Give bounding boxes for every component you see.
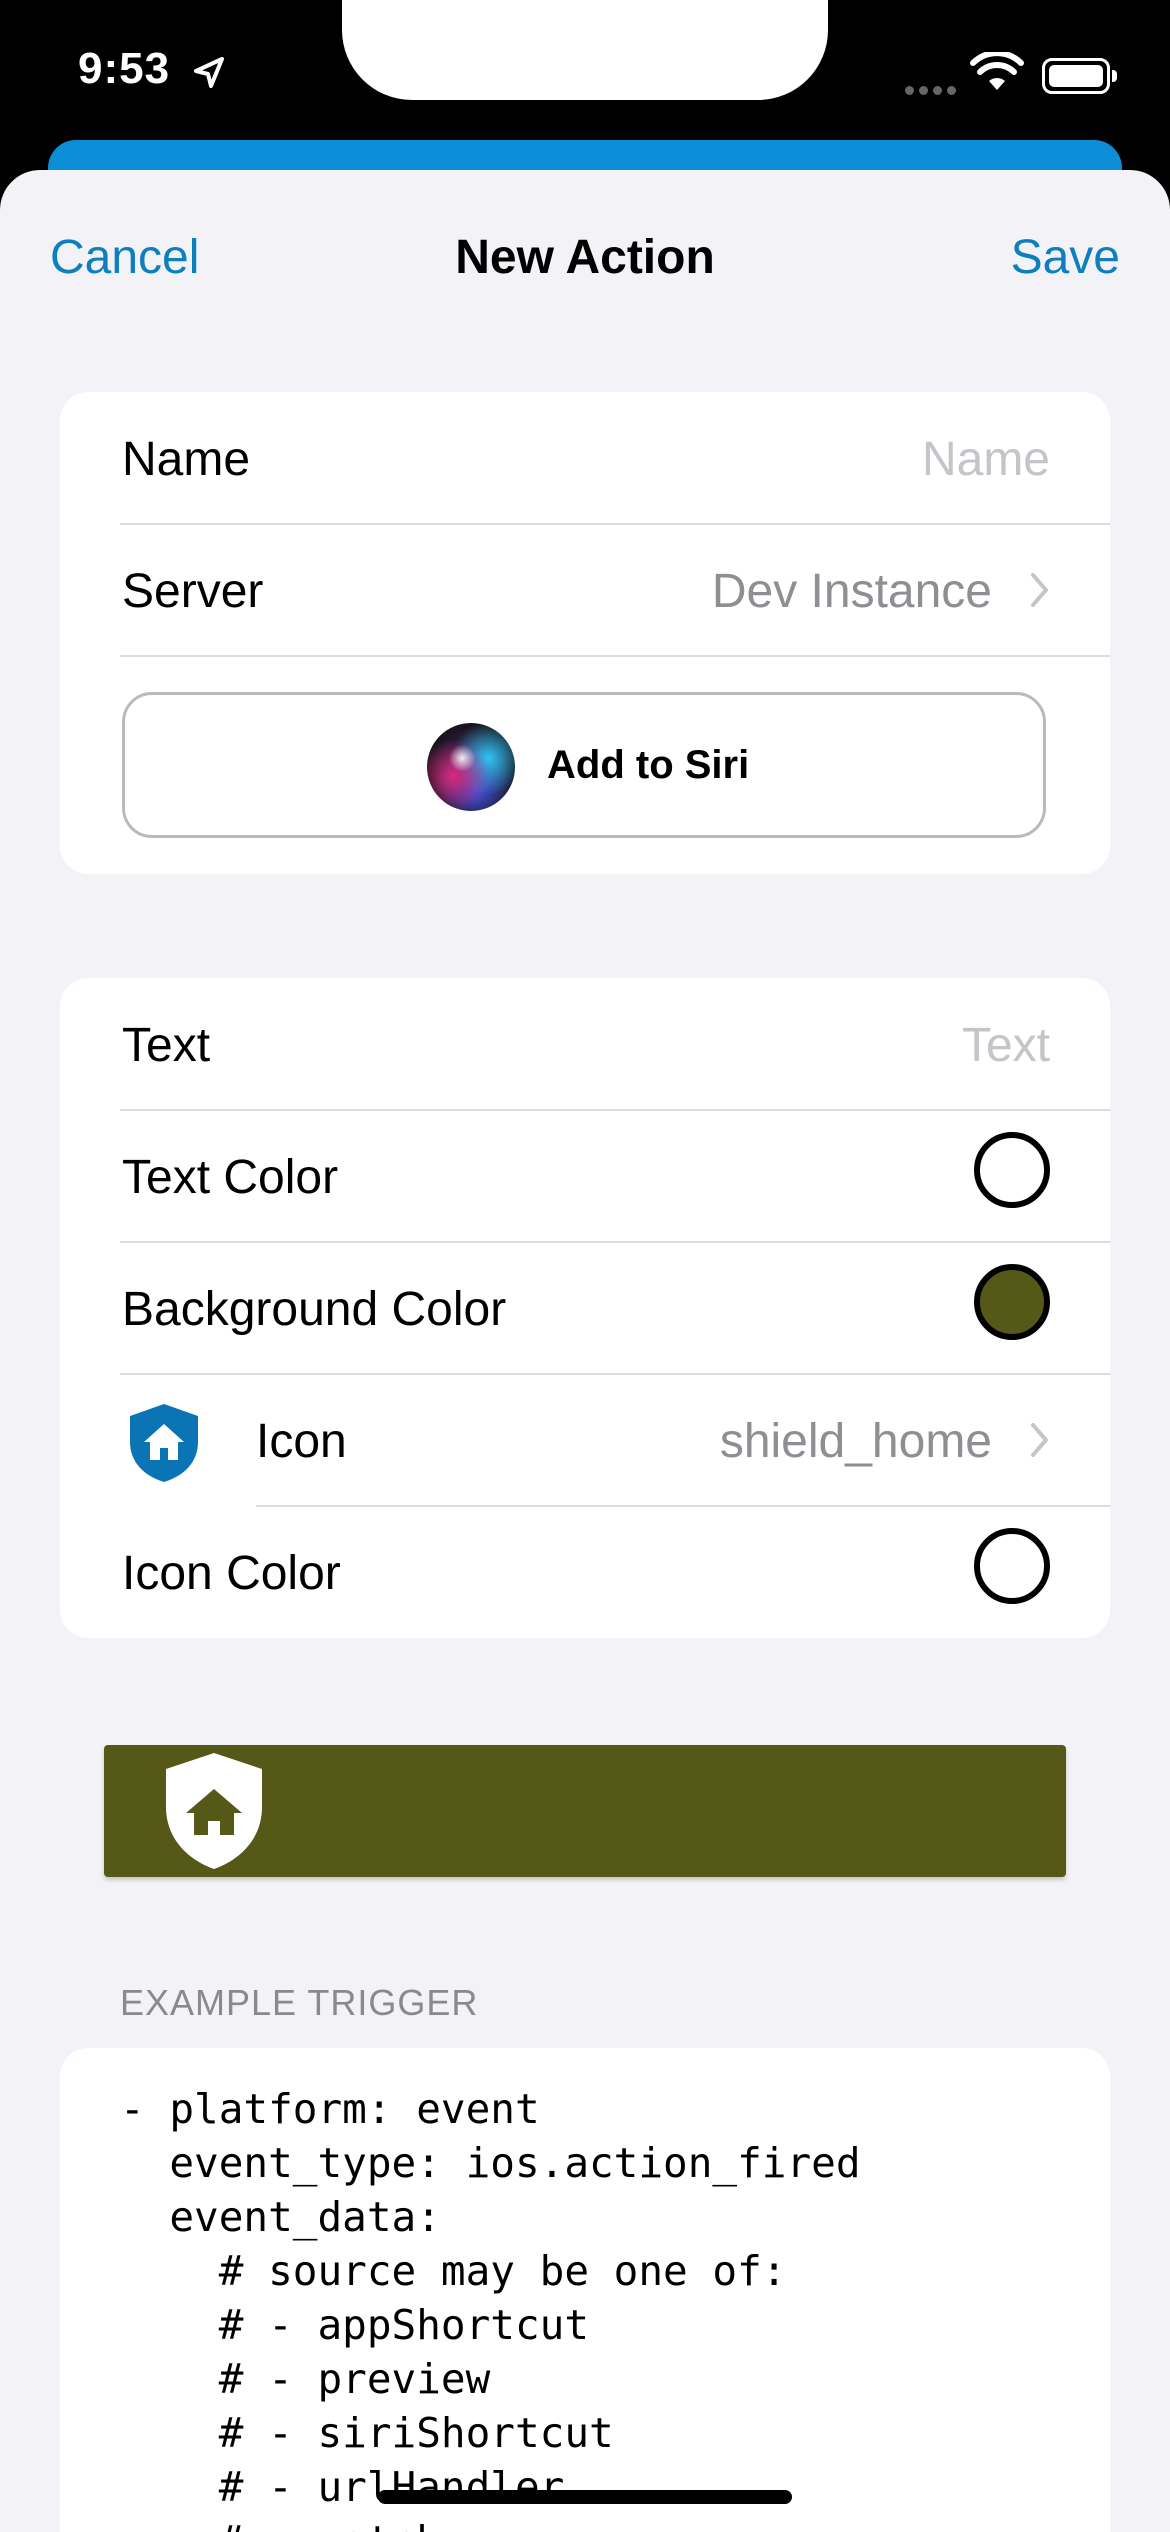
icon-color-swatch[interactable] — [974, 1528, 1050, 1604]
add-to-siri-button[interactable]: Add to Siri — [122, 692, 1046, 838]
save-button[interactable]: Save — [1011, 230, 1120, 285]
name-label: Name — [122, 433, 251, 486]
cellular-signal-icon — [905, 82, 961, 100]
location-arrow-icon — [194, 57, 224, 88]
background-color-swatch[interactable] — [974, 1264, 1050, 1340]
example-trigger-header: EXAMPLE TRIGGER — [120, 1982, 479, 2023]
text-label: Text — [122, 1019, 211, 1072]
name-input[interactable]: Name — [922, 432, 1050, 487]
server-row[interactable]: Server Dev Instance — [60, 524, 1110, 656]
add-to-siri-label: Add to Siri — [547, 743, 750, 787]
icon-label: Icon — [256, 1415, 347, 1468]
home-indicator — [378, 2490, 792, 2504]
example-trigger-card: - platform: event event_type: ios.action… — [60, 2048, 1110, 2532]
shield-home-icon — [166, 1753, 262, 1869]
page-title: New Action — [455, 231, 715, 284]
text-color-swatch[interactable] — [974, 1132, 1050, 1208]
background-color-row[interactable]: Background Color — [60, 1242, 1110, 1374]
icon-color-label: Icon Color — [122, 1547, 341, 1600]
action-preview[interactable] — [104, 1745, 1066, 1877]
device-notch — [342, 0, 828, 100]
action-info-group: Name Name Server Dev Instance Add to Sir… — [60, 392, 1110, 874]
wifi-icon — [970, 52, 1024, 90]
text-row[interactable]: Text Text — [60, 978, 1110, 1110]
status-time: 9:53 — [78, 44, 171, 93]
chevron-right-icon — [1031, 573, 1048, 607]
text-color-label: Text Color — [122, 1151, 339, 1204]
shield-home-icon — [130, 1404, 198, 1482]
icon-value: shield_home — [719, 1415, 992, 1468]
divider — [120, 655, 1110, 657]
siri-icon — [427, 723, 515, 811]
new-action-sheet: Cancel New Action Save Name Name Server … — [0, 170, 1170, 2532]
example-trigger-code: - platform: event event_type: ios.action… — [120, 2085, 861, 2532]
name-row[interactable]: Name Name — [60, 392, 1110, 524]
chevron-right-icon — [1031, 1423, 1048, 1457]
server-label: Server — [122, 565, 264, 618]
appearance-group: Text Text Text Color Background Color Ic… — [60, 978, 1110, 1638]
server-value: Dev Instance — [711, 565, 992, 618]
icon-color-row[interactable]: Icon Color — [60, 1506, 1110, 1638]
battery-icon — [1042, 58, 1117, 94]
text-color-row[interactable]: Text Color — [60, 1110, 1110, 1242]
background-color-label: Background Color — [122, 1283, 507, 1336]
icon-row[interactable]: Icon shield_home — [60, 1374, 1110, 1506]
text-input[interactable]: Text — [962, 1018, 1050, 1073]
